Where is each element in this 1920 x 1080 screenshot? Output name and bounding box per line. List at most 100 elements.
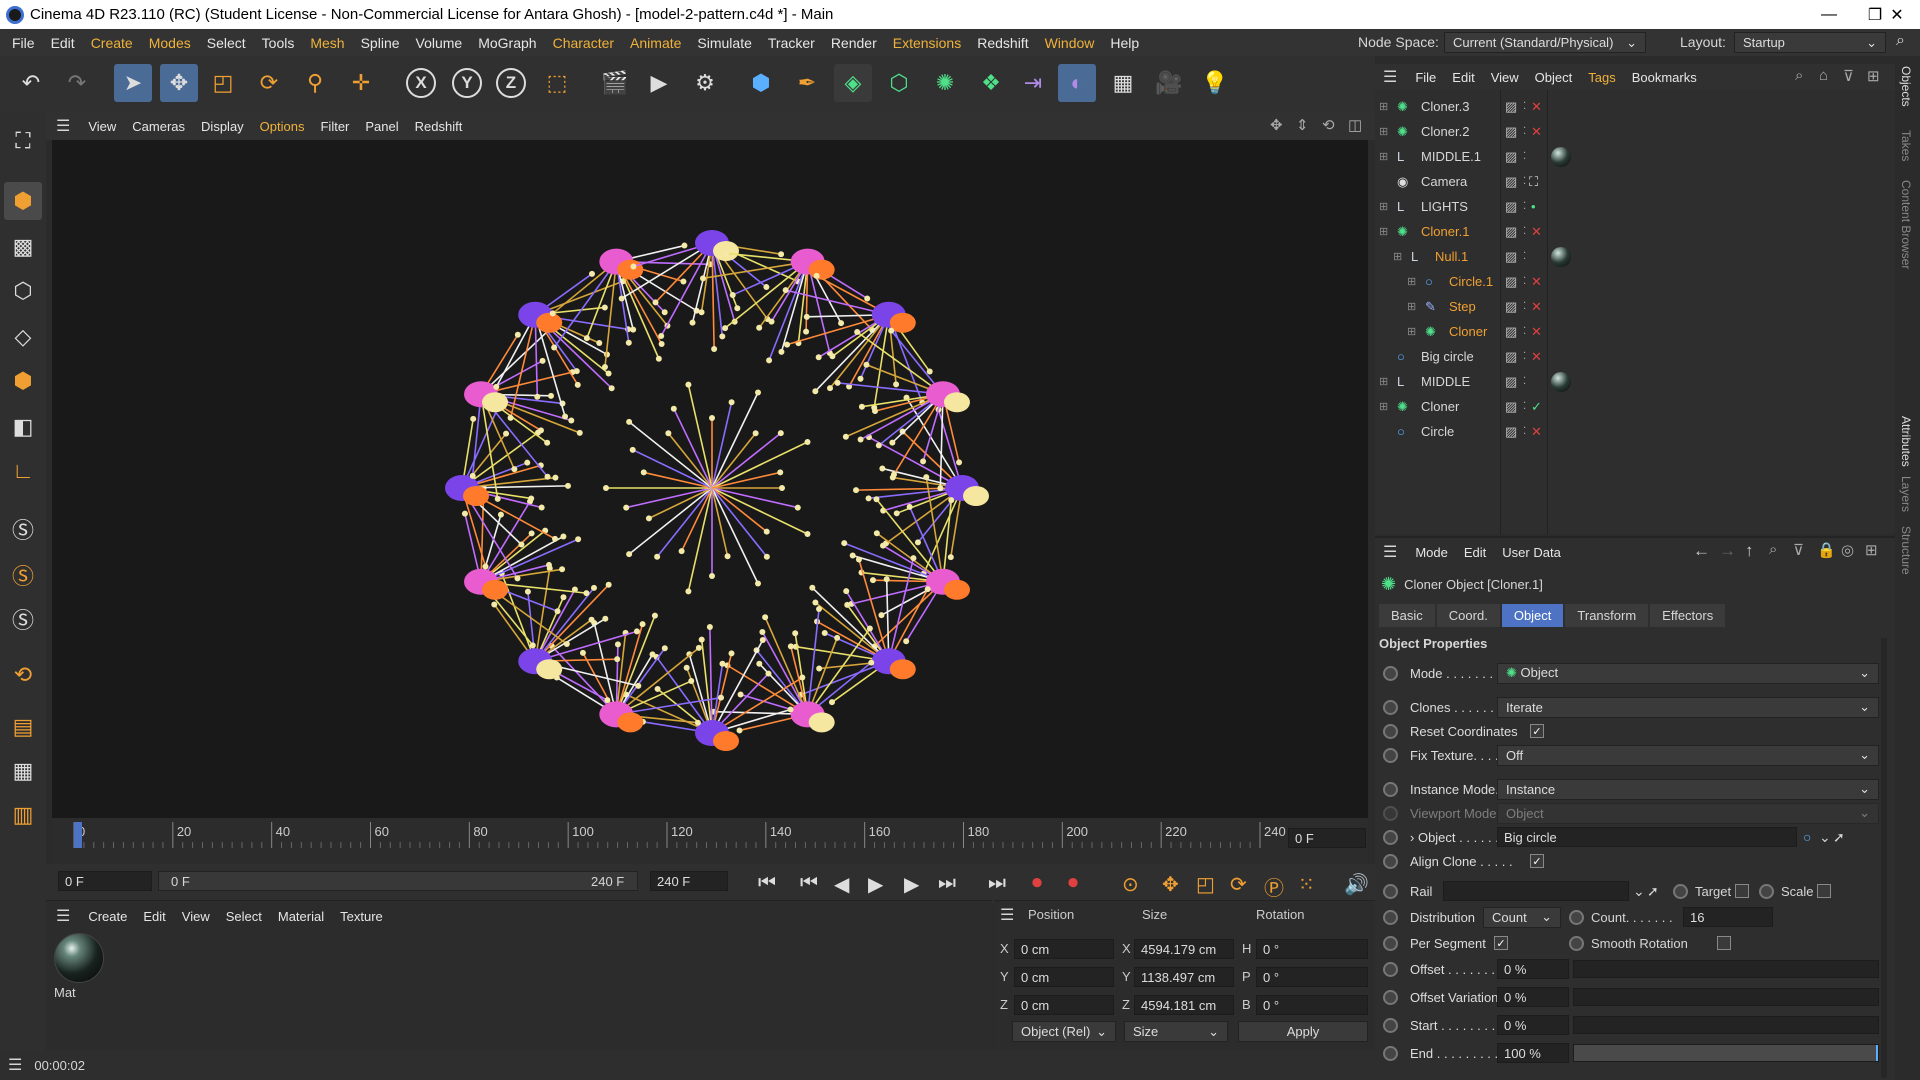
visibility-dots-icon[interactable]: ⁚ bbox=[1523, 401, 1526, 412]
hamburger-icon[interactable]: ☰ bbox=[56, 116, 70, 136]
edit-layer-icon[interactable]: ▨ bbox=[1505, 399, 1517, 415]
menu-file[interactable]: File bbox=[4, 35, 43, 51]
viewport-menu-cameras[interactable]: Cameras bbox=[124, 119, 193, 134]
timeline-window-icon[interactable]: 🔊 bbox=[1344, 872, 1369, 897]
animate-radio[interactable] bbox=[1759, 883, 1774, 899]
start-field[interactable]: 0 % bbox=[1497, 1015, 1569, 1035]
timeline-ruler[interactable]: 020406080100120140160180200220240 0 F bbox=[52, 818, 1368, 864]
hamburger-icon[interactable]: ☰ bbox=[8, 1055, 22, 1075]
visibility-dots-icon[interactable]: ⁚ bbox=[1523, 251, 1526, 262]
solo-icon[interactable]: Ⓢ bbox=[4, 600, 42, 638]
search-icon[interactable]: ⌕ bbox=[1769, 541, 1777, 558]
viewport-menu-options[interactable]: Options bbox=[252, 119, 313, 134]
snap-icon[interactable]: Ⓢ bbox=[4, 510, 42, 548]
material-tag-icon[interactable] bbox=[1551, 246, 1571, 267]
disabled-icon[interactable]: ✕ bbox=[1531, 299, 1542, 315]
rotation-key-icon[interactable]: ⟳ bbox=[1230, 872, 1247, 897]
coordinate-mode-dropdown[interactable]: Object (Rel) ⌄ bbox=[1012, 1021, 1116, 1042]
object-name[interactable]: Big circle bbox=[1421, 349, 1474, 364]
clones-dropdown[interactable]: Iterate ⌄ bbox=[1497, 696, 1879, 718]
planar-workplane-icon[interactable]: ▥ bbox=[4, 796, 42, 834]
menu-edit[interactable]: Edit bbox=[43, 35, 83, 51]
model-mode-icon[interactable]: ⛶ bbox=[4, 122, 42, 160]
animate-radio[interactable] bbox=[1383, 829, 1398, 845]
visibility-dots-icon[interactable]: ⁚ bbox=[1523, 126, 1526, 137]
reset-coordinates-checkbox[interactable]: ✓ bbox=[1530, 724, 1544, 738]
menu-extensions[interactable]: Extensions bbox=[885, 35, 969, 51]
object-menu-file[interactable]: File bbox=[1407, 70, 1444, 85]
locked-workplane-icon[interactable]: ▦ bbox=[4, 752, 42, 790]
object-menu-bookmarks[interactable]: Bookmarks bbox=[1624, 70, 1705, 85]
offset-slider[interactable] bbox=[1573, 960, 1879, 978]
menu-mesh[interactable]: Mesh bbox=[302, 35, 352, 51]
search-icon[interactable]: ⌕ bbox=[1896, 32, 1905, 50]
expand-toggle-icon[interactable]: ⊞ bbox=[1379, 400, 1388, 413]
object-name[interactable]: Cloner.1 bbox=[1421, 224, 1469, 239]
material-tag-icon[interactable] bbox=[1551, 146, 1571, 167]
coordinate-system-icon[interactable]: ⬚ bbox=[538, 64, 576, 102]
material-menu-texture[interactable]: Texture bbox=[332, 909, 391, 924]
menu-spline[interactable]: Spline bbox=[353, 35, 408, 51]
hamburger-icon[interactable]: ☰ bbox=[56, 906, 70, 926]
recent-tools-icon[interactable]: ⚲ bbox=[296, 64, 334, 102]
scale-key-icon[interactable]: ◰ bbox=[1196, 872, 1215, 897]
animate-radio[interactable] bbox=[1383, 961, 1398, 977]
new-window-icon[interactable]: ⊞ bbox=[1865, 541, 1878, 559]
position-key-icon[interactable]: ✥ bbox=[1162, 872, 1179, 897]
menu-mograph[interactable]: MoGraph bbox=[470, 35, 544, 51]
render-region-icon[interactable]: 🎬 bbox=[596, 64, 634, 102]
start-frame-field[interactable]: 0 F bbox=[58, 871, 152, 891]
per-segment-checkbox[interactable]: ✓ bbox=[1494, 936, 1508, 950]
search-icon[interactable]: ⌕ bbox=[1795, 67, 1803, 84]
up-arrow-icon[interactable]: ↑ bbox=[1745, 541, 1754, 561]
object-name[interactable]: Cloner.2 bbox=[1421, 124, 1469, 139]
animate-radio[interactable] bbox=[1383, 781, 1398, 797]
visibility-dots-icon[interactable]: ⁚ bbox=[1523, 326, 1526, 337]
menu-window[interactable]: Window bbox=[1037, 35, 1103, 51]
object-name[interactable]: Cloner bbox=[1421, 399, 1459, 414]
end-field[interactable]: 100 % bbox=[1497, 1043, 1569, 1063]
edit-layer-icon[interactable]: ▨ bbox=[1505, 124, 1517, 140]
object-name[interactable]: Cloner bbox=[1449, 324, 1487, 339]
cube-icon[interactable]: ⬢ bbox=[742, 64, 780, 102]
object-name[interactable]: Null.1 bbox=[1435, 249, 1468, 264]
object-name[interactable]: Cloner.3 bbox=[1421, 99, 1469, 114]
animate-radio[interactable] bbox=[1673, 883, 1688, 899]
edit-layer-icon[interactable]: ▨ bbox=[1505, 174, 1517, 190]
frame-range-slider[interactable]: 0 F 240 F bbox=[158, 871, 638, 891]
floor-icon[interactable]: ▦ bbox=[1104, 64, 1142, 102]
x-axis-lock-icon[interactable]: X bbox=[402, 64, 440, 102]
count-field[interactable]: 16 bbox=[1683, 907, 1773, 927]
play-icon[interactable]: ▶ bbox=[868, 872, 883, 897]
filter-icon[interactable]: ⊽ bbox=[1793, 541, 1804, 559]
enabled-icon[interactable]: ✓ bbox=[1531, 399, 1542, 415]
tab-effectors[interactable]: Effectors bbox=[1650, 604, 1726, 627]
rail-field[interactable] bbox=[1443, 881, 1629, 901]
record-keys-icon[interactable]: ⏺ bbox=[1032, 872, 1042, 895]
edit-layer-icon[interactable]: ▨ bbox=[1505, 299, 1517, 315]
object-row[interactable]: ○ Big circle ▨ ⁚ ✕ bbox=[1375, 344, 1895, 369]
lock-icon[interactable]: 🔒 bbox=[1817, 541, 1836, 559]
current-frame-field[interactable]: 0 F bbox=[1288, 828, 1366, 848]
target-checkbox[interactable] bbox=[1735, 884, 1749, 898]
object-name[interactable]: MIDDLE.1 bbox=[1421, 149, 1481, 164]
select-tool-icon[interactable]: ➤ bbox=[114, 64, 152, 102]
end-slider[interactable] bbox=[1573, 1044, 1879, 1062]
rotate-view-icon[interactable]: ⟲ bbox=[1322, 116, 1335, 134]
hamburger-icon[interactable]: ☰ bbox=[1000, 905, 1014, 925]
distribution-dropdown[interactable]: Count ⌄ bbox=[1483, 906, 1561, 928]
pick-object-icon[interactable]: ➚ bbox=[1833, 829, 1845, 846]
expand-toggle-icon[interactable]: ⊞ bbox=[1393, 250, 1402, 263]
visibility-dots-icon[interactable]: ⁚ bbox=[1523, 276, 1526, 287]
light-icon[interactable]: 💡 bbox=[1196, 64, 1234, 102]
viewport-menu-view[interactable]: View bbox=[80, 119, 124, 134]
position-field[interactable]: 0 cm bbox=[1014, 995, 1114, 1015]
object-row[interactable]: ⊞ ○ Circle.1 ▨ ⁚ ✕ bbox=[1375, 269, 1895, 294]
edit-layer-icon[interactable]: ▨ bbox=[1505, 324, 1517, 340]
hamburger-icon[interactable]: ☰ bbox=[1383, 542, 1397, 562]
quantize-icon[interactable]: Ⓢ bbox=[4, 556, 42, 594]
object-row[interactable]: ⊞ ✎ Step ▨ ⁚ ✕ bbox=[1375, 294, 1895, 319]
previous-frame-icon[interactable]: ◀ bbox=[834, 872, 849, 897]
right-tab-content-browser[interactable]: Content Browser bbox=[1899, 180, 1913, 269]
align-clone-checkbox[interactable]: ✓ bbox=[1530, 854, 1544, 868]
